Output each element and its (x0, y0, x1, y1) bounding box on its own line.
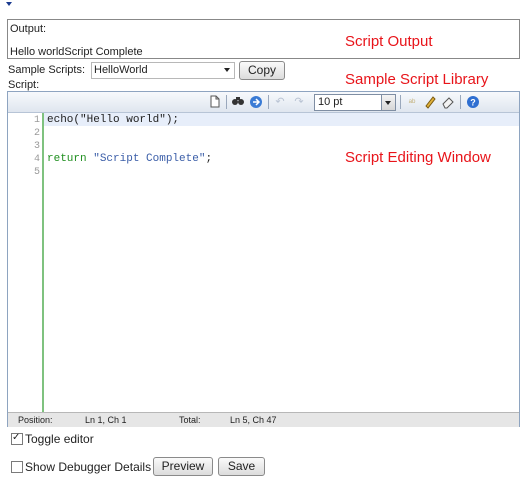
annotation-sample-library: Sample Script Library (345, 71, 489, 88)
code-line-4[interactable]: return "Script Complete"; (47, 153, 212, 165)
line-number: 3 (33, 141, 40, 152)
toggle-editor-label: Toggle editor (25, 432, 94, 446)
toolbar-separator (400, 95, 401, 109)
line-number: 2 (33, 128, 40, 139)
toolbar-separator (226, 95, 227, 109)
semicolon: ; (205, 153, 213, 165)
output-panel: Output: Hello worldScript Complete (7, 19, 520, 59)
string-literal: "Script Complete" (93, 153, 206, 165)
position-label: Position: (18, 415, 53, 425)
code-line-1[interactable]: echo("Hello world"); (47, 114, 179, 126)
dropdown-arrow-icon (224, 68, 230, 72)
editor-status-bar: Position: Ln 1, Ch 1 Total: Ln 5, Ch 47 (8, 412, 519, 427)
collapse-arrow-icon[interactable] (6, 2, 12, 6)
sample-scripts-select[interactable]: HelloWorld (91, 62, 235, 79)
output-text: Hello worldScript Complete (10, 46, 143, 58)
line-number: 5 (33, 167, 40, 178)
go-to-line-icon[interactable] (249, 95, 263, 109)
toggle-editor-checkbox[interactable] (11, 432, 23, 445)
font-size-value: 10 pt (318, 96, 343, 108)
show-debugger-label: Show Debugger Details (25, 460, 152, 474)
total-value: Ln 5, Ch 47 (230, 415, 277, 425)
clear-icon[interactable] (441, 95, 455, 109)
line-number: 4 (33, 154, 40, 165)
svg-text:?: ? (470, 98, 476, 108)
redo-icon[interactable]: ↷ (292, 95, 306, 109)
new-document-icon[interactable] (208, 95, 222, 109)
annotation-editing-window: Script Editing Window (345, 149, 491, 166)
output-label: Output: (10, 23, 47, 35)
line-number: 1 (33, 115, 40, 126)
total-label: Total: (179, 415, 201, 425)
sample-scripts-label: Sample Scripts: (8, 64, 86, 76)
keyword-return: return (47, 153, 87, 165)
find-icon[interactable] (231, 95, 245, 109)
help-icon[interactable]: ? (466, 95, 480, 109)
preview-button[interactable]: Preview (153, 457, 213, 476)
toolbar-separator (460, 95, 461, 109)
highlight-icon[interactable] (423, 95, 437, 109)
spellcheck-icon[interactable]: ᵃᵇ (405, 95, 419, 109)
position-value: Ln 1, Ch 1 (85, 415, 127, 425)
annotation-script-output: Script Output (345, 33, 433, 50)
copy-button[interactable]: Copy (239, 61, 285, 80)
dropdown-arrow-icon (381, 95, 395, 110)
sample-scripts-selected-value: HelloWorld (94, 64, 148, 76)
editor-toolbar: ↶ ↷ 10 pt ᵃᵇ ? (8, 92, 519, 113)
font-size-select[interactable]: 10 pt (314, 94, 396, 111)
line-number-gutter: 1 2 3 4 5 (8, 113, 44, 412)
undo-icon[interactable]: ↶ (273, 95, 287, 109)
save-button[interactable]: Save (218, 457, 265, 476)
script-label: Script: (8, 79, 40, 91)
toolbar-separator (268, 95, 269, 109)
script-editor[interactable]: ↶ ↷ 10 pt ᵃᵇ ? 1 2 3 4 5 echo("Hello wor… (7, 91, 520, 427)
show-debugger-checkbox[interactable] (11, 461, 23, 473)
